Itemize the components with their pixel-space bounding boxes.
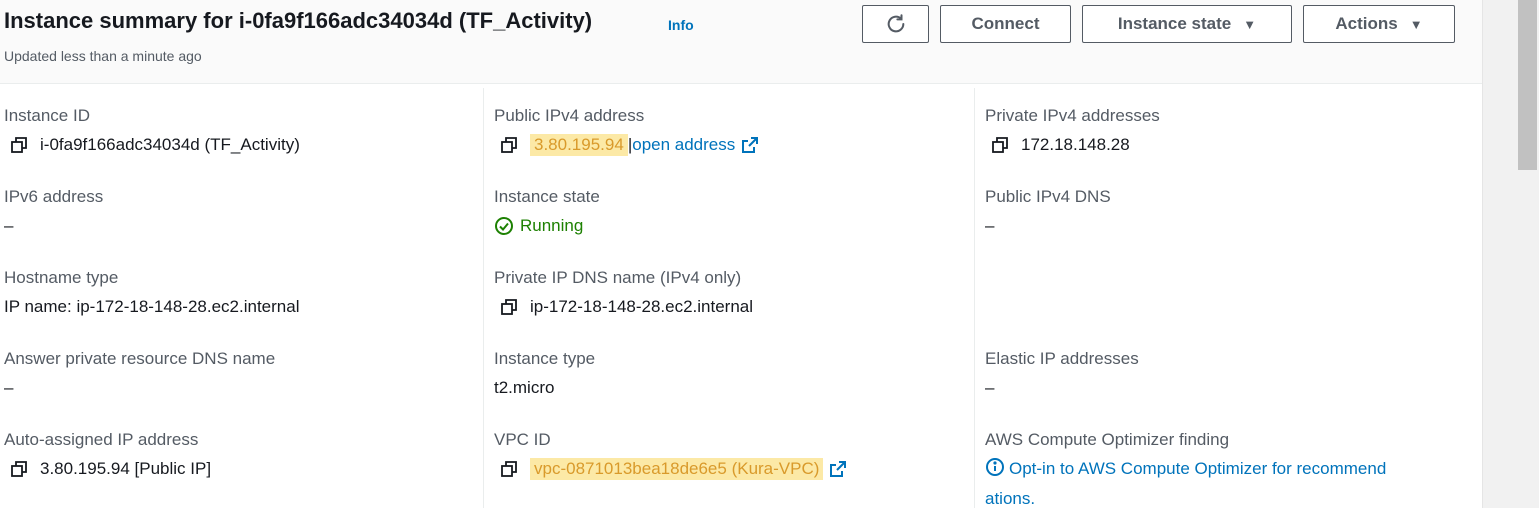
field-value: –	[985, 378, 995, 397]
copy-icon[interactable]	[500, 298, 518, 316]
field-value: –	[985, 216, 995, 235]
column-divider	[974, 88, 975, 508]
instance-state-dropdown[interactable]: Instance state ▼	[1082, 5, 1292, 43]
instance-summary-page: Instance summary for i-0fa9f166adc34034d…	[0, 0, 1539, 508]
optimizer-line2: ations.	[985, 489, 1036, 508]
scrollbar-thumb[interactable]	[1518, 0, 1537, 170]
field-label: Elastic IP addresses	[985, 349, 1139, 368]
private-ipv4-value: 172.18.148.28	[1021, 135, 1130, 154]
optimizer-line1: Opt-in to AWS Compute Optimizer for reco…	[1009, 459, 1387, 478]
field-value: Opt-in to AWS Compute Optimizer for reco…	[985, 454, 1455, 508]
field-vpc-id: VPC ID vpc-0871013bea18de6e5 (Kura-VPC)	[494, 430, 847, 480]
field-label: Public IPv4 address	[494, 106, 645, 125]
vertical-scrollbar[interactable]	[1482, 0, 1539, 508]
field-elastic-ip: Elastic IP addresses –	[985, 349, 1139, 399]
updated-timestamp: Updated less than a minute ago	[4, 48, 202, 64]
refresh-icon	[887, 14, 904, 33]
field-value: –	[4, 378, 14, 397]
field-public-ipv4: Public IPv4 address 3.80.195.94 | open a…	[494, 106, 759, 156]
field-value: ip-172-18-148-28.ec2.internal	[494, 296, 753, 318]
field-label: AWS Compute Optimizer finding	[985, 430, 1230, 449]
field-label: Private IP DNS name (IPv4 only)	[494, 268, 742, 287]
field-label: Private IPv4 addresses	[985, 106, 1160, 125]
summary-header: Instance summary for i-0fa9f166adc34034d…	[0, 0, 1482, 84]
field-label: Instance state	[494, 187, 600, 206]
instance-state-label: Instance state	[1117, 14, 1232, 33]
copy-icon[interactable]	[500, 136, 518, 154]
private-dns-value: ip-172-18-148-28.ec2.internal	[530, 297, 754, 316]
external-link-icon[interactable]	[829, 460, 847, 478]
column-divider	[483, 88, 484, 508]
copy-icon[interactable]	[10, 136, 28, 154]
actions-dropdown[interactable]: Actions ▼	[1303, 5, 1455, 43]
field-label: Instance type	[494, 349, 596, 368]
instance-id-value: i-0fa9f166adc34034d (TF_Activity)	[40, 135, 300, 154]
field-value: vpc-0871013bea18de6e5 (Kura-VPC)	[494, 458, 847, 480]
field-private-dns: Private IP DNS name (IPv4 only) ip-172-1…	[494, 268, 753, 318]
field-label: Instance ID	[4, 106, 90, 125]
field-value: i-0fa9f166adc34034d (TF_Activity)	[4, 134, 300, 156]
page-title: Instance summary for i-0fa9f166adc34034d…	[4, 8, 593, 33]
field-private-ipv4: Private IPv4 addresses 172.18.148.28	[985, 106, 1160, 156]
field-label: Auto-assigned IP address	[4, 430, 199, 449]
field-value: IP name: ip-172-18-148-28.ec2.internal	[4, 297, 300, 316]
field-value: –	[4, 216, 14, 235]
public-ip-value: 3.80.195.94	[530, 134, 628, 156]
connect-button[interactable]: Connect	[940, 5, 1071, 43]
copy-icon[interactable]	[991, 136, 1009, 154]
field-public-dns: Public IPv4 DNS –	[985, 187, 1111, 237]
field-value: 3.80.195.94 | open address	[494, 134, 759, 156]
field-value: 172.18.148.28	[985, 134, 1160, 156]
field-label: Hostname type	[4, 268, 119, 287]
field-label: Public IPv4 DNS	[985, 187, 1111, 206]
caret-down-icon: ▼	[1243, 16, 1257, 32]
actions-label: Actions	[1335, 14, 1398, 33]
copy-icon[interactable]	[500, 460, 518, 478]
field-ipv6: IPv6 address –	[4, 187, 103, 237]
field-compute-optimizer: AWS Compute Optimizer finding Opt-in to …	[985, 430, 1455, 508]
info-circle-icon	[986, 458, 1004, 476]
status-badge: Running	[494, 215, 600, 237]
caret-down-icon: ▼	[1409, 16, 1423, 32]
check-circle-icon	[495, 217, 513, 235]
field-label: VPC ID	[494, 430, 551, 449]
optimizer-opt-in-link[interactable]: Opt-in to AWS Compute Optimizer for reco…	[985, 458, 1387, 508]
info-link[interactable]: Info	[668, 17, 694, 33]
refresh-button[interactable]	[862, 5, 929, 43]
field-auto-ip: Auto-assigned IP address 3.80.195.94 [Pu…	[4, 430, 211, 480]
field-label: Answer private resource DNS name	[4, 349, 276, 368]
vpc-id-link[interactable]: vpc-0871013bea18de6e5 (Kura-VPC)	[530, 458, 824, 480]
field-label: IPv6 address	[4, 187, 104, 206]
state-value: Running	[520, 216, 584, 235]
field-hostname-type: Hostname type IP name: ip-172-18-148-28.…	[4, 268, 299, 318]
external-link-icon[interactable]	[741, 136, 759, 154]
field-value: 3.80.195.94 [Public IP]	[4, 458, 211, 480]
open-address-link[interactable]: open address	[632, 134, 735, 156]
field-answer-dns: Answer private resource DNS name –	[4, 349, 275, 399]
field-value: t2.micro	[494, 378, 555, 397]
connect-label: Connect	[971, 14, 1040, 33]
field-instance-type: Instance type t2.micro	[494, 349, 595, 399]
field-instance-state: Instance state Running	[494, 187, 600, 237]
auto-ip-value: 3.80.195.94 [Public IP]	[40, 459, 212, 478]
copy-icon[interactable]	[10, 460, 28, 478]
field-instance-id: Instance ID i-0fa9f166adc34034d (TF_Acti…	[4, 106, 300, 156]
